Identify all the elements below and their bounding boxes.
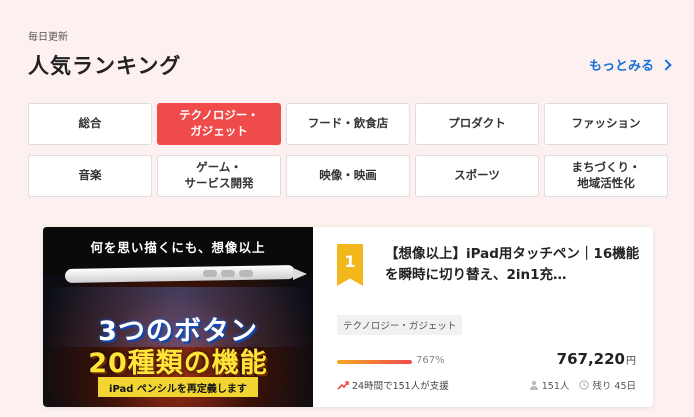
funding-percent: 767%: [416, 355, 445, 366]
category-tab-local[interactable]: まちづくり・ 地域活性化: [544, 155, 668, 197]
page-title: 人気ランキング: [28, 54, 182, 78]
more-link[interactable]: もっとみる: [588, 55, 672, 74]
backers-count: 151人: [541, 381, 570, 392]
ranking-card[interactable]: 何を思い描くにも、想像以上 3つのボタン 20種類の機能 iPad ペンシルを再…: [43, 227, 653, 407]
clock-icon: [579, 380, 590, 390]
person-icon: [529, 380, 538, 390]
product-thumbnail[interactable]: 何を思い描くにも、想像以上 3つのボタン 20種類の機能 iPad ペンシルを再…: [43, 227, 313, 407]
category-tab-all[interactable]: 総合: [28, 103, 152, 145]
more-link-label: もっとみる: [588, 59, 654, 74]
category-tab-food[interactable]: フード・飲食店: [286, 103, 410, 145]
project-meta: 151人 残り 45日: [529, 378, 636, 392]
category-tab-fashion[interactable]: ファッション: [544, 103, 668, 145]
pencil-illustration: [64, 264, 296, 284]
category-tab-sports[interactable]: スポーツ: [415, 155, 539, 197]
funding-amount: 767,220円: [557, 350, 636, 368]
thumbnail-tagline: 何を思い描くにも、想像以上: [90, 240, 266, 255]
category-tab-product[interactable]: プロダクト: [415, 103, 539, 145]
chevron-right-icon: [660, 58, 672, 71]
rank-badge: 1: [337, 244, 363, 286]
funding-amount-value: 767,220: [556, 350, 625, 368]
category-tab-music[interactable]: 音楽: [28, 155, 152, 197]
funding-progress-bar: [337, 360, 412, 364]
product-title[interactable]: 【想像以上】iPad用タッチペン｜16機能を瞬時に切り替え、2in1充…: [385, 244, 645, 286]
days-remaining: 残り 45日: [592, 381, 636, 392]
thumbnail-headline-2: 20種類の機能: [88, 348, 268, 379]
category-tab-game[interactable]: ゲーム・ サービス開発: [157, 155, 281, 197]
ranking-subtitle: 毎日更新: [28, 32, 68, 43]
product-info: 1 【想像以上】iPad用タッチペン｜16機能を瞬時に切り替え、2in1充… テ…: [313, 227, 653, 407]
trend-up-icon: [337, 381, 349, 390]
supporters-24h: 24時間で151人が支援: [337, 378, 449, 392]
currency-label: 円: [626, 356, 636, 367]
thumbnail-banner: iPad ペンシルを再定義します: [98, 377, 258, 397]
category-tag[interactable]: テクノロジー・ガジェット: [337, 315, 463, 335]
category-tab-technology[interactable]: テクノロジー・ ガジェット: [157, 103, 281, 145]
category-tabs: 総合 テクノロジー・ ガジェット フード・飲食店 プロダクト ファッション 音楽…: [28, 103, 669, 197]
supporters-24h-text: 24時間で151人が支援: [352, 381, 449, 392]
category-tab-film[interactable]: 映像・映画: [286, 155, 410, 197]
